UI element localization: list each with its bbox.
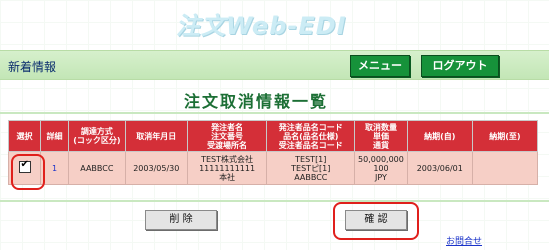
header-procurement: 調達方式 (コック区分): [67, 120, 126, 152]
delivery-to-cell: [471, 151, 539, 185]
cancel-order-table: 選択 詳細 調達方式 (コック区分) 取消年月日 発注者名 注文番号 受渡場所名…: [7, 120, 539, 185]
menu-button[interactable]: メニュー: [350, 55, 410, 77]
header-delivery-from: 納期(自): [406, 120, 473, 152]
header-bar: 新着情報 メニュー ログアウト: [0, 50, 549, 80]
delivery-from-cell: 2003/06/01: [406, 151, 473, 185]
table-row: ✔ 1 AABBCC 2003/05/30 TEST株式会社 111111111…: [7, 151, 539, 185]
orderer-cell: TEST株式会社 11111111111 本社: [186, 151, 268, 185]
table-header-row: 選択 詳細 調達方式 (コック区分) 取消年月日 発注者名 注文番号 受渡場所名…: [7, 120, 539, 152]
divider-top: [0, 112, 549, 114]
header-orderer: 発注者名 注文番号 受渡場所名: [186, 120, 268, 152]
logout-button[interactable]: ログアウト: [421, 55, 499, 77]
header-product: 発注者品名コード 品名(品名仕様) 受注者品名コード: [266, 120, 356, 152]
procurement-cell: AABBCC: [67, 151, 126, 185]
detail-link[interactable]: 1: [52, 164, 57, 173]
header-cancel-date: 取消年月日: [124, 120, 188, 152]
divider-bottom: [0, 200, 549, 202]
product-cell: TEST[1] TESTピ[1] AABBCC: [266, 151, 356, 185]
header-title: 新着情報: [8, 60, 57, 74]
confirm-highlight: [333, 202, 419, 240]
header-quantity: 取消数量 単価 通貨: [354, 120, 408, 152]
header-select: 選択: [7, 120, 42, 152]
checkbox-highlight: [11, 154, 45, 190]
header-delivery-to: 納期(至): [471, 120, 539, 152]
cancel-date-cell: 2003/05/30: [124, 151, 188, 185]
header-detail: 詳細: [40, 120, 69, 152]
delete-button[interactable]: 削 除: [145, 210, 217, 230]
app-title: 注文Web-EDI: [176, 12, 347, 40]
quantity-cell: 50,000,000 100 JPY: [354, 151, 408, 185]
page-title: 注文取消情報一覧: [184, 92, 329, 111]
inquiry-link[interactable]: お問合せ: [446, 234, 482, 247]
